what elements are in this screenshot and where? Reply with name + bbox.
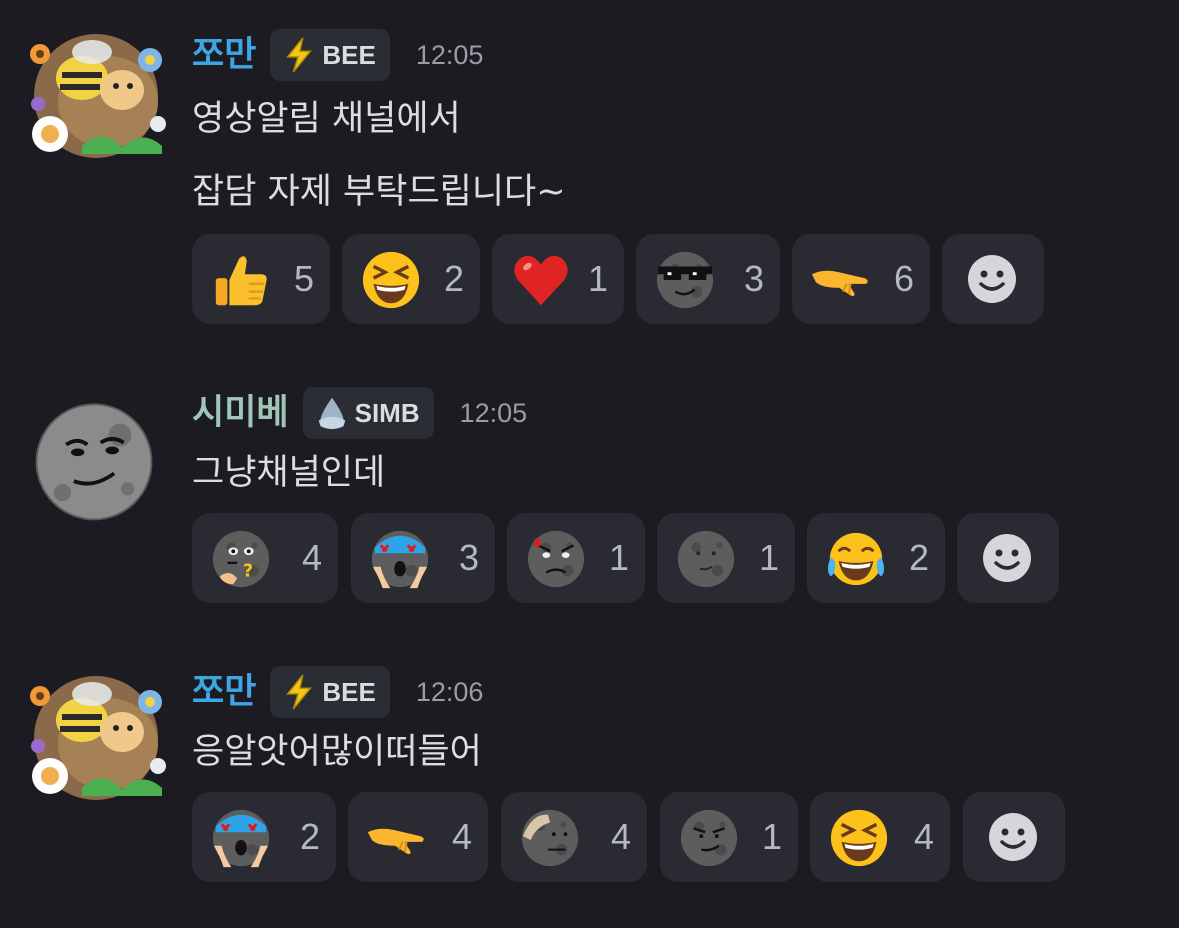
add-reaction-smiley-icon	[987, 811, 1039, 863]
face-with-tears-of-joy-icon	[825, 528, 887, 590]
add-reaction-smiley-icon	[981, 532, 1033, 584]
salute-moon-face-icon	[519, 807, 581, 869]
pointing-hand-icon	[366, 807, 428, 869]
moon-face-icon	[675, 528, 737, 590]
role-badge[interactable]: BEE	[270, 29, 390, 81]
reaction-count: 1	[761, 816, 782, 857]
reaction-pointing-hand[interactable]: 4	[348, 792, 488, 882]
reaction-salute-moon[interactable]: 4	[501, 792, 647, 882]
username[interactable]: 쪼만	[192, 665, 256, 719]
add-reaction-smiley-icon	[966, 253, 1018, 305]
reaction-grinning-squinting[interactable]: 4	[810, 792, 950, 882]
reaction-count: 2	[299, 816, 320, 857]
thumbs-up-icon	[210, 249, 272, 311]
reaction-count: 4	[610, 816, 631, 857]
message-text-line: 영상알림 채널에서	[192, 99, 461, 139]
reaction-cool-moon-face[interactable]: 3	[636, 234, 780, 324]
shocked-moon-face-icon	[210, 807, 272, 869]
add-reaction-button[interactable]	[942, 234, 1044, 324]
role-badge[interactable]: BEE	[270, 666, 390, 718]
message-header: 쪼만 BEE 12:06	[192, 665, 483, 719]
badge-label: SIMB	[354, 397, 420, 428]
badge-label: BEE	[322, 39, 376, 70]
reaction-count: 1	[758, 537, 779, 578]
message-text-line: 그냥채널인데	[192, 453, 386, 493]
reaction-count: 4	[451, 816, 472, 857]
reaction-count: 3	[458, 537, 479, 578]
username[interactable]: 시미베	[192, 386, 289, 440]
reaction-shocked-moon[interactable]: 2	[192, 792, 336, 882]
cool-moon-face-sunglasses-icon	[654, 249, 716, 311]
reaction-shocked-moon[interactable]: 3	[351, 513, 495, 603]
message-timestamp[interactable]: 12:05	[460, 398, 528, 429]
thinking-moon-face-icon: ?	[210, 528, 272, 590]
reaction-tears-of-joy[interactable]: 2	[807, 513, 945, 603]
red-heart-icon	[510, 249, 572, 311]
water-drop-icon	[318, 397, 345, 430]
badge-label: BEE	[322, 676, 376, 707]
role-badge[interactable]: SIMB	[302, 387, 434, 439]
angry-moon-face-icon	[525, 528, 587, 590]
shocked-moon-face-icon	[369, 528, 431, 590]
message-text-line: 응알앗어많이떠들어	[192, 732, 482, 772]
reaction-red-heart[interactable]: 1	[492, 234, 624, 324]
message-timestamp[interactable]: 12:05	[416, 40, 484, 71]
message-text-line: 잡담 자제 부탁드립니다~	[192, 172, 566, 212]
reaction-moon-face[interactable]: 1	[657, 513, 795, 603]
svg-text:?: ?	[243, 561, 253, 581]
reaction-thumbs-up[interactable]: 5	[192, 234, 330, 324]
reaction-count: 1	[608, 537, 629, 578]
reaction-thinking-moon[interactable]: ? 4	[192, 513, 338, 603]
add-reaction-button[interactable]	[957, 513, 1059, 603]
reaction-count: 6	[893, 258, 914, 299]
reaction-count: 3	[743, 258, 764, 299]
reaction-count: 5	[293, 258, 314, 299]
user-avatar[interactable]	[22, 30, 168, 160]
user-avatar[interactable]	[22, 672, 168, 802]
username[interactable]: 쪼만	[192, 28, 256, 82]
reaction-count: 2	[443, 258, 464, 299]
reaction-count: 1	[587, 258, 608, 299]
smirk-moon-face-icon	[678, 807, 740, 869]
grinning-squinting-face-icon	[360, 249, 422, 311]
message-header: 쪼만 BEE 12:05	[192, 28, 483, 82]
reaction-angry-moon[interactable]: 1	[507, 513, 645, 603]
reaction-pointing-hand[interactable]: 6	[792, 234, 930, 324]
user-avatar[interactable]	[24, 394, 164, 524]
reaction-grinning-squinting[interactable]: 2	[342, 234, 480, 324]
pointing-hand-icon	[810, 249, 872, 311]
add-reaction-button[interactable]	[963, 792, 1065, 882]
grinning-squinting-face-icon	[828, 807, 890, 869]
message-header: 시미베 SIMB 12:05	[192, 386, 527, 440]
message-timestamp[interactable]: 12:06	[416, 677, 484, 708]
lightning-bolt-icon	[286, 674, 313, 710]
reaction-count: 4	[913, 816, 934, 857]
reaction-smirk-moon[interactable]: 1	[660, 792, 798, 882]
reaction-count: 2	[908, 537, 929, 578]
lightning-bolt-icon	[286, 37, 313, 73]
reaction-count: 4	[301, 537, 322, 578]
